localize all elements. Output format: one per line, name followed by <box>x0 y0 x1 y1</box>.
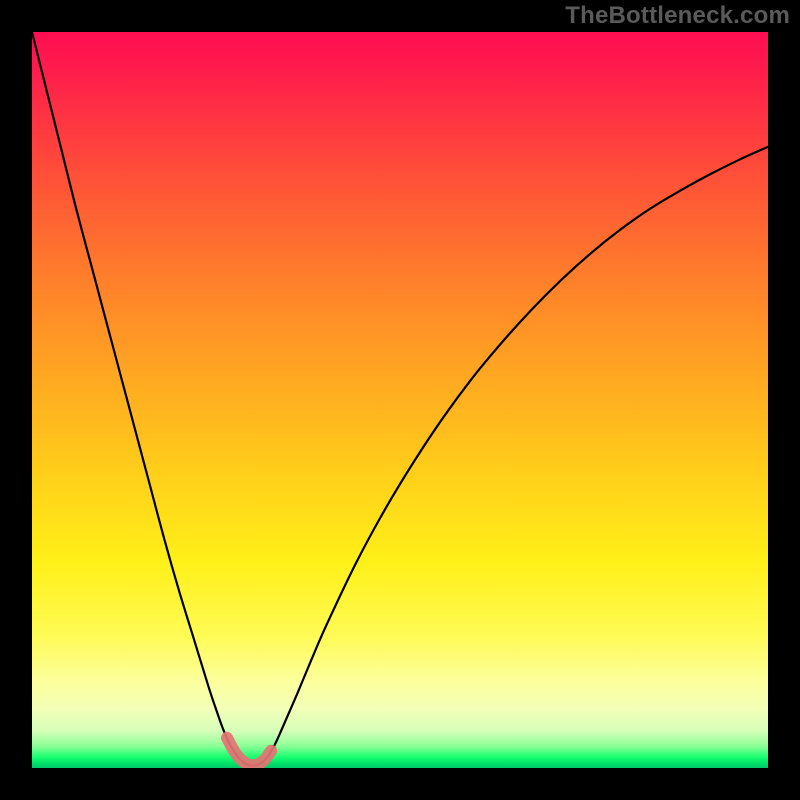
plot-area <box>32 32 768 768</box>
optimal-range-marker <box>227 738 271 765</box>
watermark-text: TheBottleneck.com <box>565 2 790 30</box>
chart-container: TheBottleneck.com <box>0 0 800 800</box>
curve-layer <box>32 32 768 768</box>
bottleneck-curve-line <box>32 32 768 766</box>
